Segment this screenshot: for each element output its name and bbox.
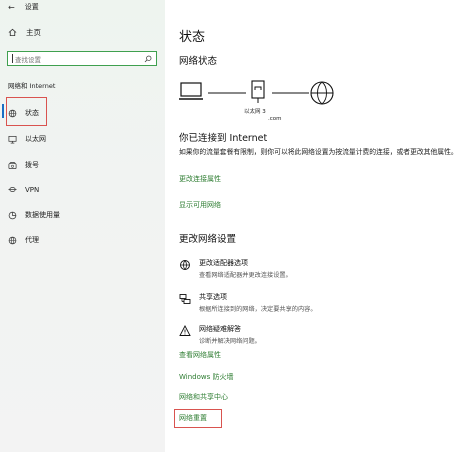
sidebar-item-label: 数据使用量 xyxy=(25,211,60,219)
sidebar-item-label: 拨号 xyxy=(25,161,39,169)
option-description: 查看网络适配器并更改连接设置。 xyxy=(199,272,292,279)
option-description: 根据所连接到的网络，决定要共享的内容。 xyxy=(199,306,317,313)
window-title-bar: ← 设置 xyxy=(8,2,39,12)
sidebar-item-ethernet[interactable]: 以太网 xyxy=(8,134,46,144)
search-box[interactable]: 查找设置 xyxy=(7,51,157,66)
show-available-networks-link[interactable]: 显示可用网络 xyxy=(179,200,221,210)
laptop-icon xyxy=(179,82,203,100)
window-title: 设置 xyxy=(24,3,39,11)
option-title: 网络疑难解答 xyxy=(199,325,241,333)
sharing-options-icon xyxy=(179,294,191,304)
adapter-name: 以太网 3 xyxy=(244,109,266,115)
sidebar-item-label: 代理 xyxy=(25,236,39,244)
sidebar-item-dialup[interactable]: 拨号 xyxy=(8,160,39,170)
main-content: 状态 网络状态 以太网 3 .com 你已连接到 Internet 如果你的流量… xyxy=(165,0,474,452)
adapter-options-icon xyxy=(180,260,190,270)
sidebar-item-label: 以太网 xyxy=(25,135,46,143)
vpn-icon xyxy=(8,187,17,192)
ethernet-adapter-icon xyxy=(251,80,265,103)
adapter-subtext: .com xyxy=(268,116,282,122)
connected-description: 如果你的流量套餐有限制，则你可以将此网络设置为按流量计费的连接，或者更改其他属性… xyxy=(179,148,458,156)
network-reset-link[interactable]: 网络重置 xyxy=(179,413,207,423)
status-globe-icon xyxy=(8,109,17,117)
change-network-settings-heading: 更改网络设置 xyxy=(179,234,237,245)
ethernet-monitor-icon xyxy=(8,135,17,143)
sidebar-item-vpn[interactable]: VPN xyxy=(8,185,39,194)
troubleshoot-warning-icon xyxy=(179,325,191,336)
data-usage-icon xyxy=(8,211,17,219)
sidebar-item-status[interactable]: 状态 xyxy=(8,108,39,118)
internet-globe-icon xyxy=(310,81,334,105)
option-title: 共享选项 xyxy=(199,293,227,301)
view-network-properties-link[interactable]: 查看网络属性 xyxy=(179,350,221,360)
sidebar-item-label: VPN xyxy=(25,185,40,194)
sidebar-item-label: 状态 xyxy=(25,109,39,117)
windows-firewall-link[interactable]: Windows 防火墙 xyxy=(179,372,233,382)
home-icon xyxy=(8,28,17,37)
sidebar: ← 设置 主页 查找设置 网络和 Internet 状态 以太网 拨号 VPN … xyxy=(0,0,165,452)
connected-heading: 你已连接到 Internet xyxy=(179,133,268,144)
option-title: 更改适配器选项 xyxy=(199,259,248,267)
option-description: 诊断并解决网络问题。 xyxy=(199,338,261,345)
troubleshoot-item[interactable]: 网络疑难解答 诊断并解决网络问题。 xyxy=(179,324,261,345)
sharing-options-item[interactable]: 共享选项 根据所连接到的网络，决定要共享的内容。 xyxy=(179,292,317,313)
sidebar-item-proxy[interactable]: 代理 xyxy=(8,235,39,245)
sidebar-item-data-usage[interactable]: 数据使用量 xyxy=(8,210,60,220)
page-title: 状态 xyxy=(179,30,206,45)
network-sharing-center-link[interactable]: 网络和共享中心 xyxy=(179,392,228,402)
dialup-phone-icon xyxy=(8,161,17,169)
active-indicator xyxy=(2,104,4,118)
network-status-heading: 网络状态 xyxy=(179,56,218,67)
adapter-options-item[interactable]: 更改适配器选项 查看网络适配器并更改连接设置。 xyxy=(179,258,292,279)
change-connection-properties-link[interactable]: 更改连接属性 xyxy=(179,174,221,184)
home-label: 主页 xyxy=(26,28,41,37)
search-icon[interactable] xyxy=(144,55,152,63)
section-title: 网络和 Internet xyxy=(8,82,56,90)
text-cursor xyxy=(12,54,13,63)
search-input[interactable]: 查找设置 xyxy=(15,54,144,64)
proxy-globe-icon xyxy=(8,236,17,244)
back-arrow-icon[interactable]: ← xyxy=(8,3,15,12)
home-nav[interactable]: 主页 xyxy=(8,27,41,38)
